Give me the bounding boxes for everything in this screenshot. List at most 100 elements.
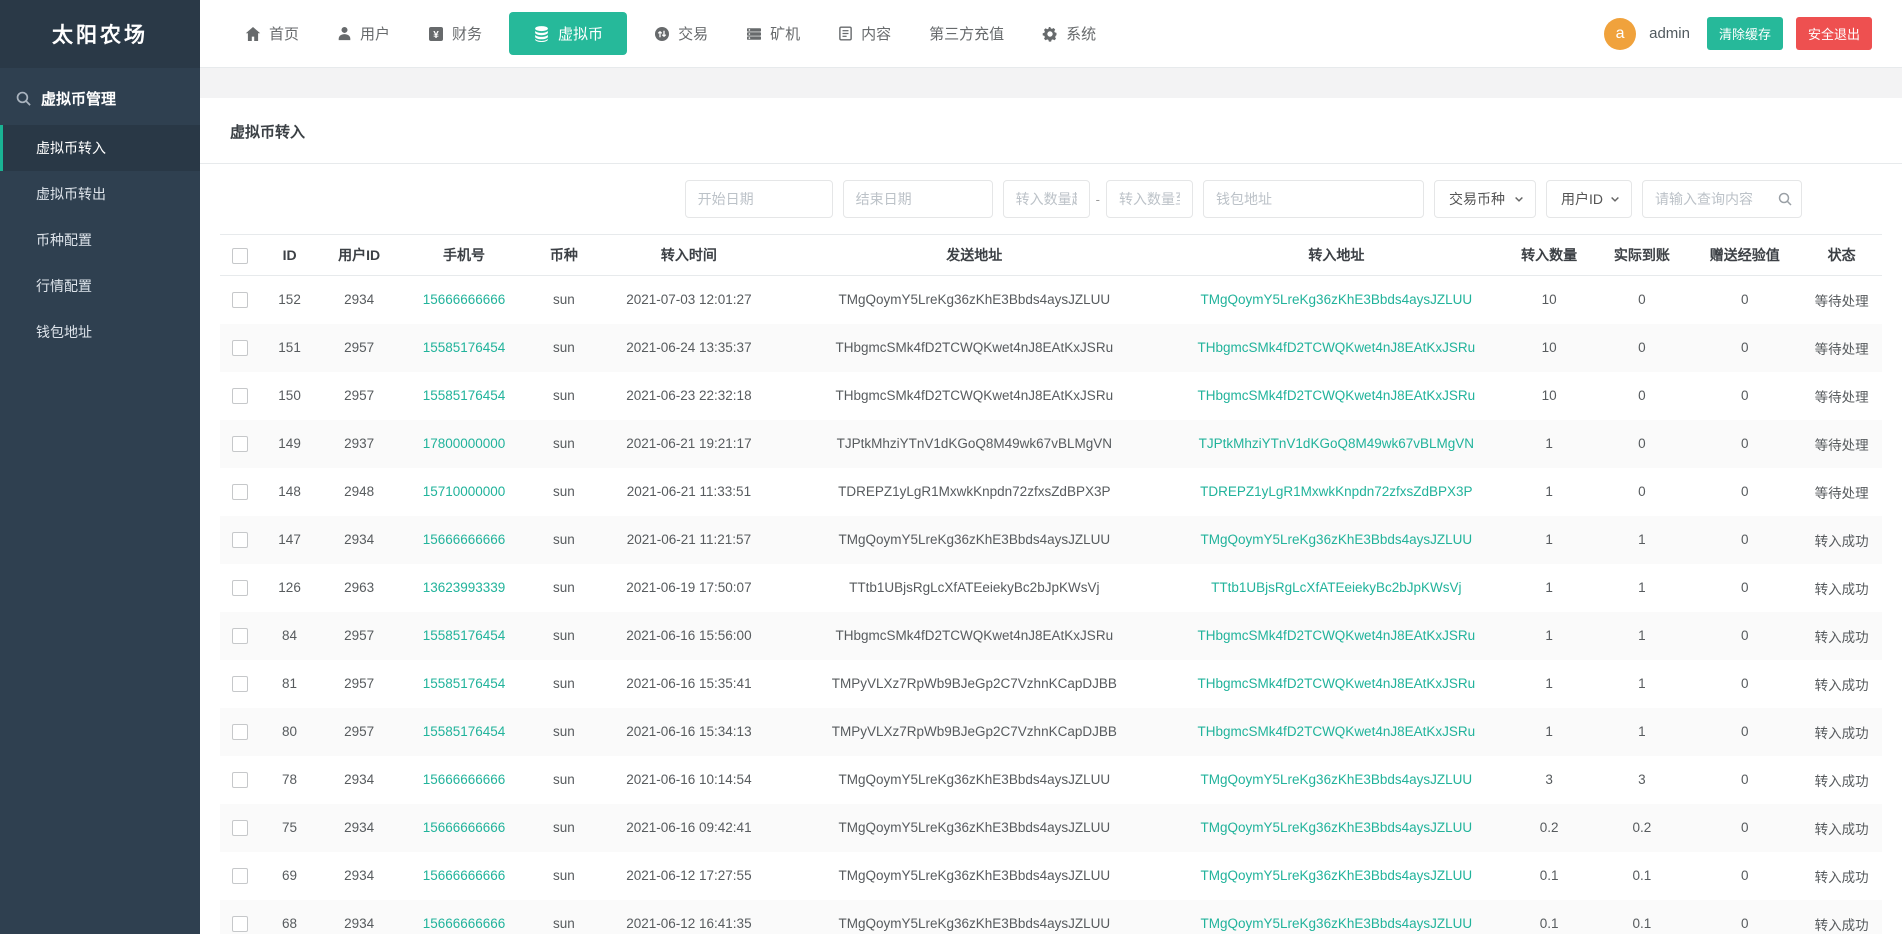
- start-date-input[interactable]: [684, 180, 833, 218]
- nav-item-label: 第三方充值: [929, 26, 1005, 43]
- nav-item-third-party[interactable]: 第三方充值: [918, 14, 1015, 53]
- cell-actual: 0: [1638, 436, 1646, 451]
- to-address-link[interactable]: THbgmcSMk4fD2TCWQKwet4nJ8EAtKxJSRu: [1198, 676, 1476, 691]
- row-checkbox[interactable]: [232, 627, 249, 644]
- phone-link[interactable]: 15585176454: [423, 628, 506, 643]
- row-checkbox[interactable]: [232, 531, 249, 548]
- phone-link[interactable]: 15666666666: [423, 820, 506, 835]
- to-address-link[interactable]: TDREPZ1yLgR1MxwkKnpdn72zfxsZdBPX3P: [1200, 484, 1472, 499]
- cell-status: 等待处理: [1814, 485, 1869, 501]
- nav-item-trade[interactable]: 交易: [643, 14, 719, 53]
- cell-select: [220, 468, 260, 516]
- cell-status: 等待处理: [1814, 389, 1869, 405]
- end-date-input[interactable]: [842, 180, 993, 218]
- to-address-link[interactable]: TMgQoymY5LreKg36zKhE3Bbds4aysJZLUU: [1201, 772, 1473, 787]
- to-address-link[interactable]: TMgQoymY5LreKg36zKhE3Bbds4aysJZLUU: [1201, 532, 1473, 547]
- column-header: 状态: [1801, 234, 1882, 276]
- phone-link[interactable]: 15585176454: [423, 676, 506, 691]
- avatar[interactable]: a: [1604, 17, 1637, 50]
- column-header: 发送地址: [778, 234, 1170, 276]
- nav-item-coin[interactable]: 虚拟币: [509, 12, 628, 55]
- cell-to-address: TDREPZ1yLgR1MxwkKnpdn72zfxsZdBPX3P: [1170, 468, 1503, 516]
- wallet-address-input[interactable]: [1203, 180, 1424, 218]
- to-address-link[interactable]: THbgmcSMk4fD2TCWQKwet4nJ8EAtKxJSRu: [1198, 724, 1476, 739]
- row-checkbox[interactable]: [232, 291, 249, 308]
- cell-user-id: 2934: [344, 292, 375, 308]
- to-address-link[interactable]: TMgQoymY5LreKg36zKhE3Bbds4aysJZLUU: [1201, 868, 1473, 883]
- cell-status: 转入成功: [1814, 821, 1869, 837]
- coin-type-select[interactable]: 交易币种: [1434, 180, 1536, 218]
- row-checkbox[interactable]: [232, 867, 249, 884]
- username[interactable]: admin: [1649, 25, 1690, 42]
- cell-select: [220, 276, 260, 324]
- cell-to-address: TMgQoymY5LreKg36zKhE3Bbds4aysJZLUU: [1170, 804, 1503, 852]
- phone-link[interactable]: 15666666666: [423, 772, 506, 787]
- cell-amount: 1: [1545, 532, 1553, 547]
- nav-item-content[interactable]: 内容: [827, 14, 902, 53]
- nav-item-home[interactable]: 首页: [234, 14, 310, 53]
- phone-link[interactable]: 13623993339: [423, 580, 506, 595]
- nav-item-miner[interactable]: 矿机: [735, 14, 811, 53]
- cell-coin: sun: [552, 676, 575, 691]
- phone-link[interactable]: 15585176454: [423, 724, 506, 739]
- row-checkbox[interactable]: [232, 579, 249, 596]
- phone-link[interactable]: 15585176454: [423, 340, 506, 355]
- cell-time: 2021-06-16 15:34:13: [626, 724, 752, 739]
- cell-amount: 0.1: [1539, 916, 1559, 931]
- to-address-link[interactable]: TTtb1UBjsRgLcXfATEeiekyBc2bJpKWsVj: [1211, 580, 1461, 595]
- cell-time: 2021-07-03 12:01:27: [626, 292, 752, 308]
- to-address-link[interactable]: TJPtkMhziYTnV1dKGoQ8M49wk67vBLMgVN: [1199, 436, 1474, 451]
- cell-exp: 0: [1741, 484, 1749, 499]
- table-row: 80 2957 15585176454 sun 2021-06-16 15:34:13 T…: [220, 707, 1882, 756]
- amount-from-input[interactable]: [1002, 180, 1090, 218]
- clear-cache-button[interactable]: 清除缓存: [1706, 17, 1783, 50]
- select-all-checkbox[interactable]: [232, 247, 249, 264]
- nav-item-finance[interactable]: ¥ 财务: [417, 14, 493, 53]
- row-checkbox[interactable]: [232, 435, 249, 452]
- to-address-link[interactable]: THbgmcSMk4fD2TCWQKwet4nJ8EAtKxJSRu: [1198, 340, 1476, 355]
- phone-link[interactable]: 15710000000: [423, 484, 506, 499]
- to-address-link[interactable]: TMgQoymY5LreKg36zKhE3Bbds4aysJZLUU: [1201, 916, 1473, 931]
- column-header: 手机号: [399, 234, 529, 276]
- cell-from-address: TMgQoymY5LreKg36zKhE3Bbds4aysJZLUU: [838, 532, 1111, 547]
- sidebar-item-transfer-out[interactable]: 虚拟币转出: [0, 171, 200, 217]
- cell-time: 2021-06-21 11:21:57: [626, 532, 752, 547]
- row-checkbox[interactable]: [232, 339, 249, 356]
- sidebar-item-transfer-in[interactable]: 虚拟币转入: [0, 125, 200, 171]
- phone-link[interactable]: 15666666666: [423, 292, 506, 307]
- row-checkbox[interactable]: [232, 387, 249, 404]
- row-checkbox[interactable]: [232, 483, 249, 500]
- phone-link[interactable]: 15666666666: [423, 532, 506, 547]
- column-header: 赠送经验值: [1688, 234, 1802, 276]
- to-address-link[interactable]: TMgQoymY5LreKg36zKhE3Bbds4aysJZLUU: [1201, 820, 1473, 835]
- row-checkbox[interactable]: [232, 915, 249, 932]
- cell-status: 转入成功: [1814, 629, 1869, 645]
- row-checkbox[interactable]: [232, 771, 249, 788]
- to-address-link[interactable]: THbgmcSMk4fD2TCWQKwet4nJ8EAtKxJSRu: [1198, 628, 1476, 643]
- to-address-link[interactable]: THbgmcSMk4fD2TCWQKwet4nJ8EAtKxJSRu: [1198, 388, 1476, 403]
- to-address-link[interactable]: TMgQoymY5LreKg36zKhE3Bbds4aysJZLUU: [1201, 292, 1473, 307]
- phone-link[interactable]: 15666666666: [423, 868, 506, 883]
- user-id-select[interactable]: 用户ID: [1546, 180, 1632, 218]
- search-icon[interactable]: [1777, 191, 1793, 207]
- cell-phone: 15666666666: [399, 756, 528, 804]
- row-checkbox[interactable]: [232, 723, 249, 740]
- sidebar-item-wallet-address[interactable]: 钱包地址: [0, 309, 200, 355]
- sidebar-item-coin-config[interactable]: 币种配置: [0, 217, 200, 263]
- sidebar-item-market-config[interactable]: 行情配置: [0, 263, 200, 309]
- phone-link[interactable]: 15666666666: [423, 916, 506, 931]
- nav-item-user[interactable]: 用户: [326, 14, 401, 53]
- row-checkbox[interactable]: [232, 675, 249, 692]
- phone-link[interactable]: 17800000000: [423, 436, 506, 451]
- cell-to-address: TMgQoymY5LreKg36zKhE3Bbds4aysJZLUU: [1170, 900, 1503, 934]
- row-checkbox[interactable]: [232, 819, 249, 836]
- cell-actual: 0: [1638, 484, 1646, 499]
- cell-coin: sun: [552, 820, 575, 835]
- cell-select: [220, 372, 260, 420]
- phone-link[interactable]: 15585176454: [423, 388, 506, 403]
- nav-item-system[interactable]: 系统: [1031, 14, 1107, 53]
- table-row: 148 2948 15710000000 sun 2021-06-21 11:33:51…: [220, 468, 1882, 516]
- miner-icon: [746, 26, 762, 42]
- amount-to-input[interactable]: [1106, 180, 1193, 218]
- logout-button[interactable]: 安全退出: [1795, 17, 1872, 50]
